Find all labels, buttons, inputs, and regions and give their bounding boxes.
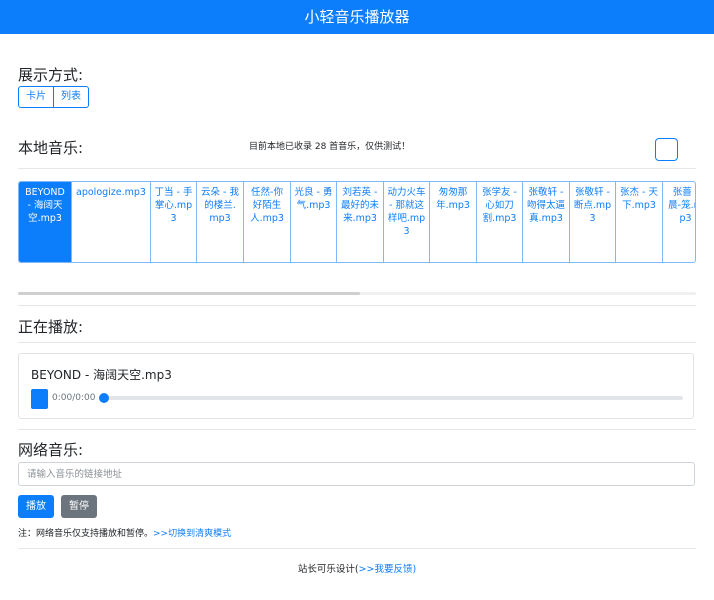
app-title-bar: 小轻音乐播放器 bbox=[0, 0, 714, 34]
feedback-link[interactable]: >>我要反馈 bbox=[359, 564, 413, 575]
network-note-text: 注：网络音乐仅支持播放和暂停。 bbox=[18, 529, 154, 539]
library-count-note: 目前本地已收录 28 首音乐，仅供测试！ bbox=[249, 142, 411, 152]
track-card[interactable]: 匆匆那年.mp3 bbox=[430, 182, 477, 262]
network-note: 注：网络音乐仅支持播放和暂停。>>切换到清爽模式 bbox=[18, 526, 231, 539]
local-track-list[interactable]: BEYOND - 海阔天空.mp3 apologize.mp3 丁当 - 手掌心… bbox=[18, 181, 696, 263]
music-url-input[interactable] bbox=[18, 462, 695, 486]
track-card[interactable]: 任然-你好陌生人.mp3 bbox=[244, 182, 291, 262]
divider bbox=[18, 429, 696, 430]
display-mode-heading: 展示方式: bbox=[18, 66, 84, 84]
pause-button[interactable]: 暂停 bbox=[61, 495, 97, 518]
network-music-heading: 网络音乐: bbox=[18, 441, 84, 459]
now-playing-title: BEYOND - 海阔天空.mp3 bbox=[31, 368, 172, 382]
track-card[interactable]: 张敬轩 - 断点.mp3 bbox=[570, 182, 616, 262]
track-card[interactable]: BEYOND - 海阔天空.mp3 bbox=[19, 182, 72, 262]
divider bbox=[18, 305, 696, 306]
footer-suffix: ) bbox=[412, 564, 417, 575]
track-card[interactable]: 动力火车 - 那就这样吧.mp3 bbox=[384, 182, 430, 262]
play-pause-button[interactable] bbox=[31, 389, 48, 409]
seek-knob[interactable] bbox=[99, 393, 109, 403]
app-title: 小轻音乐播放器 bbox=[304, 8, 410, 26]
track-card[interactable]: 张学友 - 心如刀割.mp3 bbox=[477, 182, 523, 262]
local-music-heading: 本地音乐: bbox=[18, 139, 84, 157]
track-card[interactable]: 张杰 - 天下.mp3 bbox=[616, 182, 663, 262]
track-card[interactable]: 刘若英 - 最好的未来.mp3 bbox=[337, 182, 384, 262]
list-view-button[interactable]: 列表 bbox=[54, 86, 89, 108]
track-card[interactable]: apologize.mp3 bbox=[72, 182, 151, 262]
audio-player: BEYOND - 海阔天空.mp3 0:00/0:00 bbox=[18, 353, 694, 419]
track-card[interactable]: 张敬轩 - 吻得太逼真.mp3 bbox=[523, 182, 570, 262]
track-card[interactable]: 云朵 - 我的楼兰.mp3 bbox=[197, 182, 244, 262]
switch-mode-link[interactable]: >>切换到清爽模式 bbox=[153, 529, 231, 539]
divider bbox=[18, 168, 696, 169]
divider bbox=[18, 342, 696, 343]
footer-text: 站长可乐设计( bbox=[297, 564, 359, 575]
scrollbar-thumb[interactable] bbox=[18, 292, 360, 295]
divider bbox=[18, 548, 696, 549]
seek-bar[interactable] bbox=[99, 393, 683, 403]
track-card[interactable]: 光良 - 勇气.mp3 bbox=[291, 182, 337, 262]
card-view-button[interactable]: 卡片 bbox=[18, 86, 54, 108]
horizontal-scrollbar[interactable] bbox=[18, 292, 696, 295]
track-card[interactable]: 丁当 - 手掌心.mp3 bbox=[151, 182, 197, 262]
time-display: 0:00/0:00 bbox=[52, 393, 96, 403]
track-card[interactable]: 张蔷 - 晨-笼.mp3 bbox=[663, 182, 695, 262]
display-mode-toggle: 卡片 列表 bbox=[18, 86, 89, 108]
view-toggle-checkbox[interactable] bbox=[655, 138, 678, 161]
play-button[interactable]: 播放 bbox=[18, 495, 54, 518]
footer: 站长可乐设计(>>我要反馈) bbox=[0, 561, 714, 575]
now-playing-heading: 正在播放: bbox=[18, 318, 84, 336]
